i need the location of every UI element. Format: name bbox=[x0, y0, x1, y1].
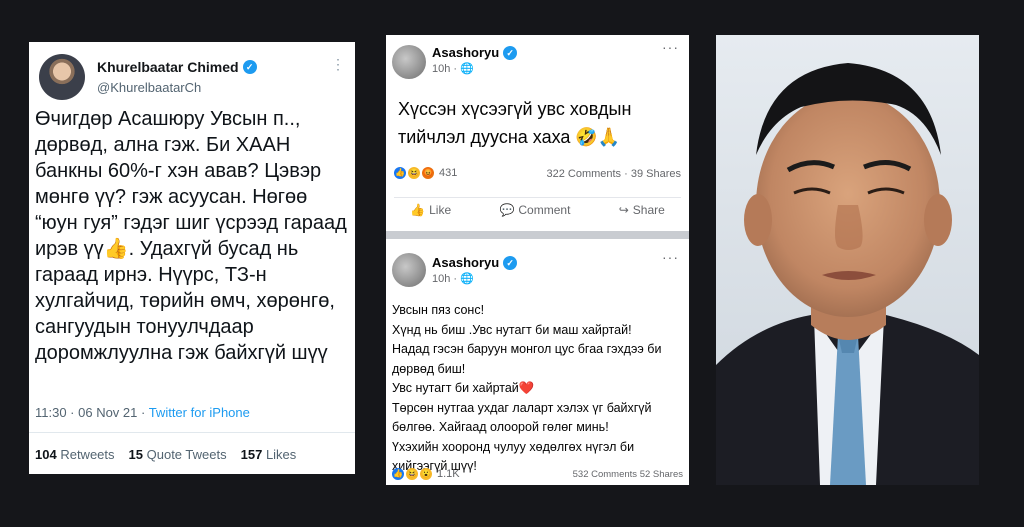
quotes-label: Quote Tweets bbox=[146, 447, 227, 462]
share-button[interactable]: ↪ Share bbox=[619, 203, 665, 217]
haha-reaction-icon: 😆 bbox=[406, 468, 418, 480]
nose bbox=[835, 205, 863, 250]
globe-icon: 🌐 bbox=[460, 273, 474, 285]
tweet-timestamp[interactable]: 11:30 · 06 Nov 21 · bbox=[35, 405, 149, 420]
comment-icon: 💬 bbox=[499, 203, 515, 217]
post-counts: 322 Comments · 39 Shares bbox=[546, 168, 681, 180]
tweet-source-link[interactable]: Twitter for iPhone bbox=[149, 405, 250, 420]
comments-count[interactable]: 532 Comments bbox=[573, 469, 637, 480]
like-reaction-icon: 👍 bbox=[392, 468, 404, 480]
avatar[interactable] bbox=[392, 45, 426, 79]
post-author-name[interactable]: Asashoryu bbox=[432, 255, 499, 270]
quotes-stat[interactable]: 15 Quote Tweets bbox=[129, 447, 227, 462]
quotes-count: 15 bbox=[128, 447, 143, 462]
shares-count[interactable]: 52 Shares bbox=[640, 469, 683, 480]
more-options-icon[interactable]: ··· bbox=[662, 39, 679, 55]
tweet-author-name[interactable]: Khurelbaatar Chimed bbox=[97, 59, 239, 75]
likes-count: 157 bbox=[240, 447, 263, 462]
post-author[interactable]: Asashoryu ✓ bbox=[432, 45, 518, 60]
more-options-icon[interactable]: ⋮ bbox=[331, 56, 345, 73]
verified-badge-icon: ✓ bbox=[242, 60, 257, 74]
tweet-text: Өчигдөр Асашюру Увсын п.., дөрвөд, ална … bbox=[35, 108, 347, 364]
post-time-text: 10h · bbox=[432, 273, 461, 285]
post-separator bbox=[386, 231, 689, 239]
retweets-count: 104 bbox=[35, 447, 57, 462]
share-icon: ↪ bbox=[618, 203, 629, 217]
tweet-stats: 104 Retweets 15 Quote Tweets 157 Likes bbox=[35, 447, 296, 462]
like-button-label: Like bbox=[429, 203, 452, 217]
haha-reaction-icon: 😆 bbox=[408, 167, 420, 179]
verified-badge-icon: ✓ bbox=[503, 45, 518, 60]
likes-label: Likes bbox=[265, 447, 297, 462]
post-author-name[interactable]: Asashoryu bbox=[432, 45, 499, 60]
post-time[interactable]: 10h · 🌐 bbox=[432, 62, 474, 75]
retweets-stat[interactable]: 104 Retweets bbox=[35, 447, 115, 462]
ear bbox=[744, 194, 772, 246]
shares-count[interactable]: 39 Shares bbox=[631, 168, 681, 180]
avatar[interactable] bbox=[392, 253, 426, 287]
post-actions: 👍 Like 💬 Comment ↪ Share bbox=[386, 203, 689, 217]
verified-badge-icon: ✓ bbox=[503, 255, 518, 270]
likes-stat[interactable]: 157 Likes bbox=[241, 447, 297, 462]
like-reaction-icon: 👍 bbox=[394, 167, 406, 179]
angry-reaction-icon: 😡 bbox=[422, 167, 434, 179]
retweets-label: Retweets bbox=[60, 447, 115, 462]
divider bbox=[394, 197, 681, 198]
reactions-summary[interactable]: 👍 😆 😮 1.1K bbox=[392, 468, 460, 480]
tweet-meta: 11:30 · 06 Nov 21 · Twitter for iPhone bbox=[35, 405, 250, 420]
post-text: Увсын пяз сонс! Хүнд нь биш .Увс нутагт … bbox=[392, 303, 662, 473]
comment-button[interactable]: 💬 Comment bbox=[499, 203, 570, 217]
reactions-count: 431 bbox=[439, 167, 458, 179]
portrait-photo bbox=[716, 35, 979, 485]
more-options-icon[interactable]: ··· bbox=[662, 249, 679, 265]
share-button-label: Share bbox=[632, 203, 665, 217]
avatar[interactable] bbox=[39, 54, 85, 100]
facebook-posts: Asashoryu ✓ 10h · 🌐 ··· Хүссэн хүсээгүй … bbox=[386, 35, 689, 485]
like-button[interactable]: 👍 Like bbox=[410, 203, 451, 217]
post-time-text: 10h · bbox=[432, 63, 461, 75]
post-text: Хүссэн хүсээгүй увс ховдын тийчлэл дуусн… bbox=[398, 99, 632, 147]
post-counts: 532 Comments 52 Shares bbox=[573, 469, 683, 480]
tweet-author[interactable]: Khurelbaatar Chimed ✓ bbox=[97, 59, 257, 75]
globe-icon: 🌐 bbox=[460, 63, 474, 75]
portrait-image bbox=[716, 35, 979, 485]
tweet-handle[interactable]: @KhurelbaatarCh bbox=[97, 80, 201, 95]
comment-button-label: Comment bbox=[518, 203, 571, 217]
post-author[interactable]: Asashoryu ✓ bbox=[432, 255, 518, 270]
reactions-count: 1.1K bbox=[437, 468, 460, 480]
comments-count[interactable]: 322 Comments bbox=[546, 168, 621, 180]
thumbs-up-icon: 👍 bbox=[410, 203, 426, 217]
post-time[interactable]: 10h · 🌐 bbox=[432, 272, 474, 285]
ear bbox=[924, 194, 952, 246]
wow-reaction-icon: 😮 bbox=[420, 468, 432, 480]
tweet-card: Khurelbaatar Chimed ✓ @KhurelbaatarCh ⋮ … bbox=[29, 42, 355, 474]
reactions-summary[interactable]: 👍 😆 😡 431 bbox=[394, 167, 457, 179]
divider bbox=[29, 432, 355, 433]
